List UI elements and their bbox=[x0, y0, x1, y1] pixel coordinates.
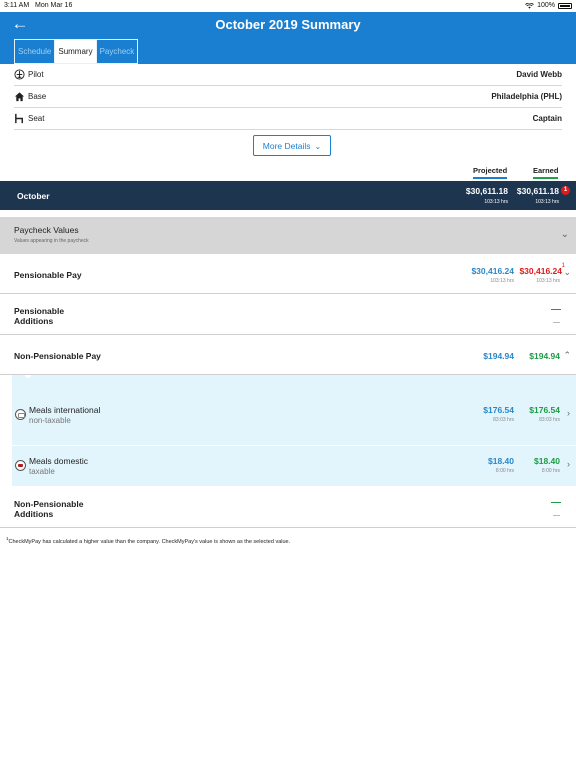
row-label-line2: Additions bbox=[14, 509, 54, 519]
chevron-down-icon: ⌄ bbox=[563, 267, 571, 277]
row-pensionable-pay[interactable]: Pensionable Pay $30,416.24 103:13 hrs $3… bbox=[0, 254, 576, 294]
row-label-line1: Non-Pensionable bbox=[14, 499, 84, 509]
projected-hrs: 83:03 hrs bbox=[493, 417, 514, 423]
row-label-line2: Additions bbox=[14, 316, 54, 326]
meal-tray-icon bbox=[15, 460, 26, 471]
earned-hrs-dash bbox=[553, 322, 560, 323]
chevron-down-icon: ⌄ bbox=[314, 142, 322, 151]
month-total-bar[interactable]: October $30,611.18 103:13 hrs $30,611.18… bbox=[0, 181, 576, 210]
earned-amount: $176.54 bbox=[529, 405, 560, 415]
tab-summary[interactable]: Summary bbox=[55, 40, 97, 63]
more-details-label: More Details bbox=[262, 141, 311, 151]
month-earned-amount: $30,611.18 bbox=[516, 186, 559, 196]
row-label-line1: Pensionable bbox=[14, 306, 65, 316]
column-projected: Projected bbox=[473, 166, 508, 179]
projected-hrs: 8:00 hrs bbox=[495, 468, 514, 474]
seat-icon bbox=[15, 113, 23, 124]
month-projected-hrs: 103:13 hrs bbox=[484, 199, 508, 205]
chevron-up-icon: ⌃ bbox=[563, 350, 571, 360]
detail-row-seat: Seat Captain bbox=[14, 108, 562, 130]
detail-label: Seat bbox=[28, 114, 45, 123]
home-icon bbox=[14, 92, 25, 102]
earned-empty-dash: — bbox=[551, 497, 561, 508]
chevron-right-icon: › bbox=[567, 408, 570, 418]
earned-amount: $194.94 bbox=[529, 351, 560, 361]
projected-amount: $30,416.24 bbox=[471, 266, 514, 276]
battery-percent: 100% bbox=[537, 2, 555, 9]
projected-amount: $18.40 bbox=[488, 456, 514, 466]
detail-row-base: Base Philadelphia (PHL) bbox=[14, 86, 562, 108]
more-details-button[interactable]: More Details ⌄ bbox=[253, 135, 331, 156]
app-header: ← October 2019 Summary Schedule Summary … bbox=[0, 12, 576, 64]
status-date: Mon Mar 16 bbox=[35, 2, 73, 9]
earned-empty-dash: — bbox=[551, 304, 561, 315]
meal-tray-icon bbox=[15, 409, 26, 420]
status-right: 100% bbox=[525, 2, 572, 9]
row-non-pensionable-additions[interactable]: Non-Pensionable Additions — bbox=[0, 487, 576, 528]
chevron-right-icon: › bbox=[567, 459, 570, 469]
row-label: Pensionable Pay bbox=[14, 270, 82, 280]
detail-label: Base bbox=[28, 92, 47, 101]
item-tax-status: taxable bbox=[29, 467, 55, 476]
status-time: 3:11 AM bbox=[4, 2, 30, 9]
earned-amount: $30,416.24 bbox=[519, 266, 562, 276]
paycheck-values-title: Paycheck Values bbox=[14, 225, 79, 235]
wifi-icon bbox=[525, 2, 534, 9]
battery-icon bbox=[558, 2, 572, 9]
pilot-icon bbox=[14, 69, 25, 80]
row-pensionable-additions[interactable]: Pensionable Additions — bbox=[0, 294, 576, 335]
tab-schedule[interactable]: Schedule bbox=[15, 40, 56, 63]
row-non-pensionable-pay[interactable]: Non-Pensionable Pay $194.94 $194.94 ⌃ bbox=[0, 335, 576, 375]
row-label: Non-Pensionable Pay bbox=[14, 351, 101, 361]
detail-value: Philadelphia (PHL) bbox=[491, 92, 562, 101]
detail-row-pilot: Pilot David Webb bbox=[14, 64, 562, 86]
item-tax-status: non-taxable bbox=[29, 416, 71, 425]
status-bar: 3:11 AM Mon Mar 16 100% bbox=[0, 0, 576, 12]
month-earned-hrs: 103:13 hrs bbox=[535, 199, 559, 205]
page-title: October 2019 Summary bbox=[215, 17, 361, 32]
earned-amount: $18.40 bbox=[534, 456, 560, 466]
projected-amount: $194.94 bbox=[483, 351, 514, 361]
earned-hrs: 83:03 hrs bbox=[539, 417, 560, 423]
alert-badge: 1 bbox=[561, 186, 570, 195]
footnote-text: CheckMyPay has calculated a higher value… bbox=[8, 538, 291, 545]
month-projected-amount: $30,611.18 bbox=[465, 186, 508, 196]
projected-hrs: 103:13 hrs bbox=[490, 278, 514, 284]
tab-bar: Schedule Summary Paycheck bbox=[14, 39, 139, 64]
paycheck-values-subtitle: Values appearing in the paycheck bbox=[14, 238, 89, 244]
chevron-down-icon: ⌄ bbox=[560, 229, 569, 240]
item-name: Meals international bbox=[29, 405, 101, 415]
list-item-meals-international[interactable]: Meals international non-taxable $176.54 … bbox=[12, 375, 576, 445]
month-label: October bbox=[17, 191, 50, 201]
earned-hrs-dash bbox=[553, 515, 560, 516]
projected-amount: $176.54 bbox=[483, 405, 514, 415]
detail-value: Captain bbox=[532, 114, 562, 123]
detail-value: David Webb bbox=[516, 70, 562, 79]
item-name: Meals domestic bbox=[29, 456, 89, 466]
earned-hrs: 103:13 hrs bbox=[536, 278, 560, 284]
footnote: 1CheckMyPay has calculated a higher valu… bbox=[6, 536, 290, 545]
earned-hrs: 8:00 hrs bbox=[541, 468, 560, 474]
paycheck-values-header[interactable]: Paycheck Values Values appearing in the … bbox=[0, 217, 576, 254]
detail-label: Pilot bbox=[28, 70, 44, 79]
column-earned: Earned bbox=[533, 166, 559, 179]
list-item-meals-domestic[interactable]: Meals domestic taxable $18.40 8:00 hrs $… bbox=[12, 446, 576, 486]
tab-paycheck[interactable]: Paycheck bbox=[96, 40, 138, 63]
